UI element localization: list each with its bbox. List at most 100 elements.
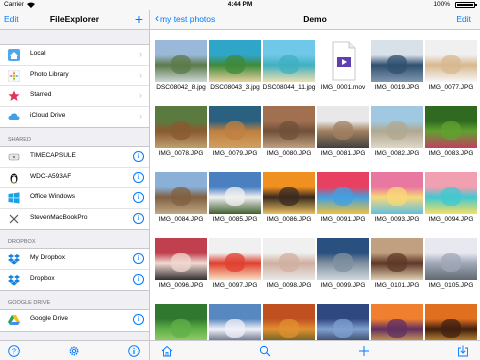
photo-thumbnail [371,40,423,82]
main-toolbar [150,340,480,360]
photo-subject [170,120,192,140]
photo-subject [278,318,300,338]
photo-thumbnail [155,304,207,340]
photo-thumbnail [317,238,369,280]
photo-thumbnail [317,304,369,340]
photo-thumbnail [209,304,261,340]
photo-subject [278,54,300,74]
photo-thumbnail [155,172,207,214]
info-icon[interactable]: i [133,192,144,203]
main-nav-bar: ‹my test photos Demo Edit [150,10,480,30]
sidebar-item-label: Starred [30,91,52,98]
battery-percent: 100% [433,1,450,8]
photo-subject [386,54,408,74]
info-icon[interactable]: i [133,253,144,264]
photo-subject [224,54,246,74]
photo-subject [170,318,192,338]
sidebar-item-label: Photo Library [30,70,69,78]
photo-thumbnail [263,238,315,280]
info-icon[interactable]: i [133,273,144,285]
photo-subject [332,186,354,206]
sidebar-item-local[interactable]: Local › [0,45,149,66]
photo-subject [332,252,354,272]
sidebar-item-label: Google Drive [30,315,68,322]
photo-subject [278,186,300,206]
status-bar: Carrier 4:44 PM 100% [0,0,480,10]
photo-thumbnail [263,172,315,214]
photo-thumbnail [371,106,423,148]
sidebar-item-label: WDC-A593AF [30,172,72,180]
photo-thumbnail [155,40,207,82]
chevron-right-icon: › [139,90,142,100]
sidebar-item-timecapsule[interactable]: TIMECAPSULE i [0,147,149,168]
info-icon[interactable]: i [133,212,144,224]
photo-subject [170,54,192,74]
home-icon[interactable] [161,345,173,357]
folder-title: Demo [303,14,327,24]
photo-subject [170,186,192,206]
dropbox-icon [8,274,20,285]
sidebar-item-label: Dropbox [30,274,55,282]
app-title: FileExplorer [49,14,100,24]
sidebar-item-office-windows[interactable]: Office Windows i [0,188,149,209]
photo-subject [278,120,300,140]
chevron-right-icon: › [139,49,142,59]
sidebar-item-dropbox[interactable]: Dropbox i [0,270,149,291]
photo-thumbnail [317,106,369,148]
help-icon[interactable]: ? [8,345,20,357]
add-location-button[interactable]: + [135,11,143,27]
photo-thumbnail [425,238,477,280]
dropbox-icon [8,254,20,265]
photo-subject [440,54,462,74]
photo-subject [440,318,462,338]
photo-subject [170,252,192,272]
sidebar-item-photo-library[interactable]: Photo Library › [0,66,149,86]
star-icon [8,90,20,101]
info-icon[interactable]: i [133,314,144,325]
photo-subject [332,120,354,140]
sidebar-item-mac[interactable]: StevenMacBookPro i [0,209,149,230]
photo-subject [278,252,300,272]
windows-icon [8,192,20,204]
gear-icon[interactable] [68,345,80,357]
photo-thumbnail [425,40,477,82]
photo-thumbnail [209,40,261,82]
sidebar-item-label: My Dropbox [30,254,66,261]
clock: 4:44 PM [227,1,253,8]
photo-thumbnail [263,40,315,82]
section-header-shared: SHARED [8,137,31,143]
photo-thumbnail [263,304,315,340]
info-icon[interactable]: i [133,151,144,162]
sidebar-item-icloud-drive[interactable]: iCloud Drive › [0,107,149,128]
sidebar-item-my-dropbox[interactable]: My Dropbox i [0,249,149,270]
file-name: IMG_0094.JPG [428,216,474,223]
file-grid: DSC08042_8.jpg DSC08043_3.jpg DSC08044_11.… [150,30,480,340]
photo-thumbnail [371,172,423,214]
cloud-icon [8,113,20,120]
photo-thumbnail [317,172,369,214]
main-pane: ‹my test photos Demo Edit DSC08042_8.jpg… [150,10,480,360]
google-drive-group: Google Drive i [0,309,149,332]
search-icon[interactable] [259,345,271,357]
file-name: IMG_0105.JPG [428,282,474,289]
photo-subject [440,252,462,272]
battery-icon [455,2,477,8]
info-circle-icon[interactable] [128,345,140,357]
add-icon[interactable] [358,345,370,357]
sidebar-item-wdc[interactable]: WDC-A593AF i [0,168,149,188]
photo-subject [386,252,408,272]
sidebar-item-label: StevenMacBookPro [30,213,88,221]
main-edit-button[interactable]: Edit [456,14,471,24]
sidebar-item-starred[interactable]: Starred › [0,86,149,107]
photo-thumbnail [209,106,261,148]
photo-subject [224,252,246,272]
photo-thumbnail [155,238,207,280]
sidebar: Edit FileExplorer + Local › Photo Librar… [0,10,150,360]
download-icon[interactable] [457,345,469,357]
section-header-dropbox: DROPBOX [8,239,36,245]
file-name: IMG_0077.JPG [428,84,474,91]
sidebar-item-google-drive[interactable]: Google Drive i [0,310,149,331]
sidebar-item-label: TIMECAPSULE [30,152,76,159]
info-icon[interactable]: i [133,171,144,183]
photo-thumbnail [209,238,261,280]
